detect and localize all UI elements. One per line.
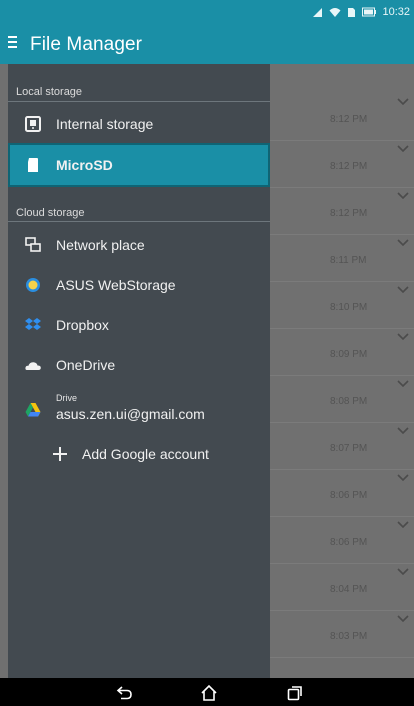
drawer-item-asus-webstorage[interactable]: ASUS WebStorage — [8, 265, 270, 305]
chevron-down-icon[interactable] — [397, 145, 409, 153]
file-modified-time: 8:12 PM — [330, 114, 368, 125]
drawer-item-label: OneDrive — [56, 357, 116, 373]
file-modified-time: 8:06 PM — [330, 490, 368, 501]
asus-webstorage-icon — [26, 278, 40, 292]
wifi-icon — [329, 7, 341, 17]
file-row[interactable]: 8:04 PM — [270, 564, 414, 611]
drawer-item-dropbox[interactable]: Dropbox — [8, 305, 270, 345]
status-clock: 10:32 — [382, 6, 410, 18]
chevron-down-icon[interactable] — [397, 474, 409, 482]
file-modified-time: 8:03 PM — [330, 631, 368, 642]
file-row[interactable]: 8:11 PM — [270, 235, 414, 282]
file-modified-time: 8:11 PM — [330, 255, 367, 266]
chevron-down-icon[interactable] — [397, 98, 409, 106]
drawer-item-internal-storage[interactable]: Internal storage — [8, 104, 270, 144]
file-row[interactable]: 8:12 PM — [270, 141, 414, 188]
chevron-down-icon[interactable] — [397, 286, 409, 294]
sim-icon — [348, 7, 356, 17]
local-storage-label: Local storage — [16, 86, 83, 98]
chevron-down-icon[interactable] — [397, 568, 409, 576]
add-google-account-button[interactable]: Add Google account — [8, 434, 270, 474]
drawer-item-label: ASUS WebStorage — [56, 277, 176, 293]
file-modified-time: 8:06 PM — [330, 537, 368, 548]
home-button[interactable] — [200, 684, 218, 702]
cloud-storage-label: Cloud storage — [16, 207, 85, 219]
file-modified-time: 8:04 PM — [330, 584, 368, 595]
hamburger-menu-icon[interactable] — [8, 36, 17, 50]
google-drive-icon — [25, 403, 41, 417]
chevron-down-icon[interactable] — [397, 333, 409, 341]
drive-service-label: Drive — [56, 393, 78, 403]
drawer-item-label: MicroSD — [56, 157, 113, 173]
drawer-item-google-drive[interactable]: Drive asus.zen.ui@gmail.com — [8, 386, 270, 434]
file-row[interactable]: 8:09 PM — [270, 329, 414, 376]
file-modified-time: 8:12 PM — [330, 161, 368, 172]
file-modified-time: 8:12 PM — [330, 208, 368, 219]
status-icons: 10:32 — [312, 6, 410, 18]
file-row[interactable]: 8:08 PM — [270, 376, 414, 423]
system-nav-bar — [0, 678, 414, 706]
app-title: File Manager — [30, 34, 143, 55]
onedrive-icon — [25, 362, 41, 370]
file-row[interactable]: 8:12 PM — [270, 94, 414, 141]
chevron-down-icon[interactable] — [397, 615, 409, 623]
chevron-down-icon[interactable] — [397, 380, 409, 388]
chevron-down-icon[interactable] — [397, 427, 409, 435]
divider — [8, 101, 270, 102]
file-row[interactable]: 8:06 PM — [270, 517, 414, 564]
recents-button[interactable] — [286, 684, 304, 702]
file-modified-time: 8:07 PM — [330, 443, 368, 454]
file-row[interactable]: 8:07 PM — [270, 423, 414, 470]
file-row[interactable]: 8:10 PM — [270, 282, 414, 329]
dropbox-icon — [25, 318, 41, 330]
drawer-item-label: Internal storage — [56, 116, 154, 132]
file-row[interactable]: 8:03 PM — [270, 611, 414, 658]
drawer-item-label: Dropbox — [56, 317, 109, 333]
drawer-item-label: Network place — [56, 237, 145, 253]
file-row[interactable]: 8:12 PM — [270, 188, 414, 235]
battery-icon — [362, 7, 377, 17]
file-modified-time: 8:09 PM — [330, 349, 368, 360]
drawer-item-onedrive[interactable]: OneDrive — [8, 345, 270, 385]
signal-icon — [313, 7, 323, 17]
internal-storage-icon — [25, 116, 41, 132]
file-row[interactable]: 8:06 PM — [270, 470, 414, 517]
drawer-item-microsd[interactable]: MicroSD — [8, 143, 270, 187]
microsd-icon — [28, 158, 38, 172]
network-place-icon — [25, 237, 41, 252]
navigation-drawer: Local storage Internal storage MicroSD C… — [8, 64, 270, 678]
chevron-down-icon[interactable] — [397, 192, 409, 200]
file-modified-time: 8:08 PM — [330, 396, 368, 407]
add-account-label: Add Google account — [82, 446, 209, 462]
file-modified-time: 8:10 PM — [330, 302, 368, 313]
back-button[interactable] — [116, 684, 134, 702]
divider — [8, 221, 270, 222]
plus-icon — [53, 447, 67, 461]
status-bar: 10:32 — [0, 0, 414, 24]
drawer-item-network-place[interactable]: Network place — [8, 225, 270, 265]
chevron-down-icon[interactable] — [397, 239, 409, 247]
app-bar: File Manager — [0, 24, 414, 64]
drive-account-email: asus.zen.ui@gmail.com — [56, 406, 205, 422]
chevron-down-icon[interactable] — [397, 521, 409, 529]
